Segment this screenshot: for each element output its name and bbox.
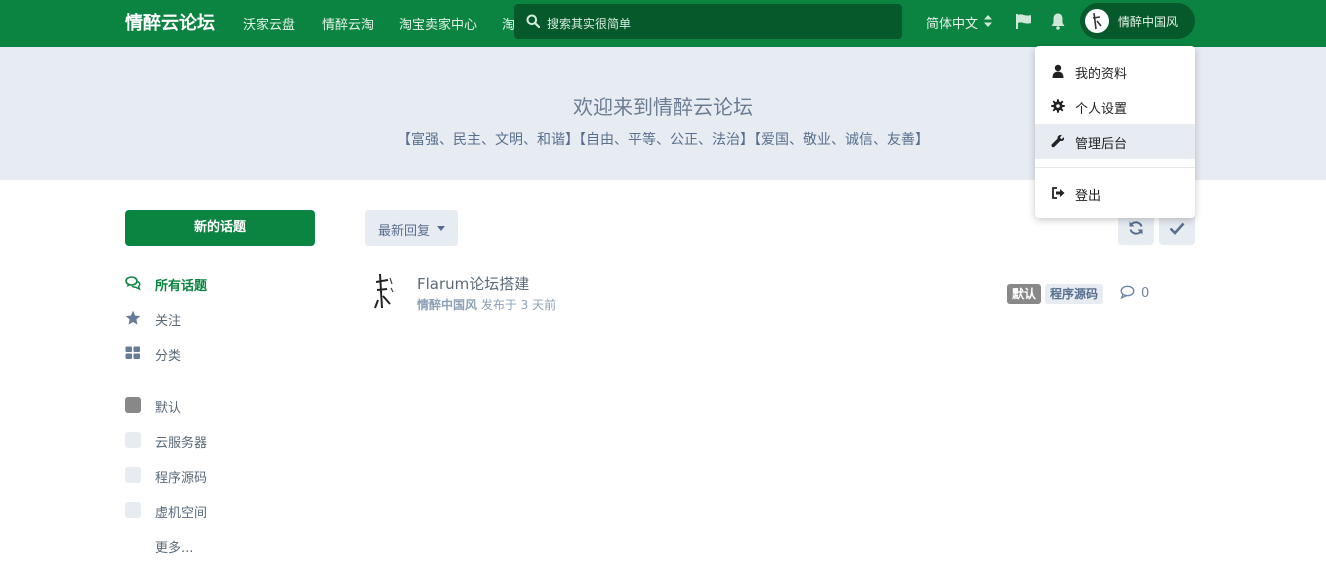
sidebar-item-label: 云服务器: [155, 436, 208, 451]
sidebar-item-label: 程序源码: [155, 471, 208, 486]
sort-label: 最新回复: [378, 224, 431, 239]
menu-item-label: 我的资料: [1075, 67, 1128, 82]
new-topic-button[interactable]: 新的话题: [125, 210, 315, 246]
sort-arrows-icon: [984, 15, 992, 27]
tag-color-swatch: [125, 397, 141, 413]
discussion-title[interactable]: Flarum论坛搭建: [417, 273, 529, 294]
nav-link-seller-center[interactable]: 淘宝卖家中心: [399, 14, 477, 33]
caret-down-icon: [437, 226, 445, 231]
comments-icon: [125, 276, 141, 291]
sidebar-item-label: 虚机空间: [155, 506, 208, 521]
sign-out-icon: [1052, 187, 1065, 199]
refresh-icon: [1129, 221, 1143, 235]
user-icon: [1052, 64, 1064, 78]
tag-color-swatch: [125, 502, 141, 518]
sidebar-item-label: 分类: [155, 349, 182, 364]
app-header: 情醉云论坛 沃家云盘 情醉云淘 淘宝卖家中心 淘 搜索其实很简单 简体中文 情醉…: [0, 0, 1326, 47]
star-icon: [125, 310, 141, 325]
menu-item-settings[interactable]: 个人设置: [1035, 89, 1195, 124]
bell-icon[interactable]: [1049, 12, 1067, 30]
menu-item-logout[interactable]: 登出: [1035, 176, 1195, 211]
menu-item-label: 个人设置: [1075, 102, 1128, 117]
discussion-time: 发布于 3 天前: [477, 298, 557, 312]
reply-count-value: 0: [1141, 286, 1150, 301]
tag-color-swatch: [125, 432, 141, 448]
grid-icon: [125, 346, 140, 359]
user-dropdown-menu: 我的资料 个人设置 管理后台 登出: [1035, 46, 1195, 218]
avatar[interactable]: [366, 270, 402, 312]
menu-item-profile[interactable]: 我的资料: [1035, 54, 1195, 89]
check-icon: [1169, 222, 1185, 235]
search-icon: [526, 14, 540, 28]
language-selector[interactable]: 简体中文: [926, 13, 978, 32]
gear-icon: [1051, 99, 1065, 113]
reply-count: 0: [1120, 285, 1149, 301]
sort-dropdown-button[interactable]: 最新回复: [365, 210, 458, 246]
tag-color-swatch: [125, 467, 141, 483]
discussion-author[interactable]: 情醉中国风: [417, 298, 477, 312]
tag-badge[interactable]: 默认: [1007, 284, 1042, 304]
avatar: [1085, 9, 1109, 33]
search-box[interactable]: 搜索其实很简单: [514, 4, 902, 39]
flag-icon[interactable]: [1015, 13, 1033, 29]
menu-item-label: 管理后台: [1075, 137, 1128, 152]
wrench-icon: [1051, 134, 1065, 148]
nav-link-woyunpan[interactable]: 沃家云盘: [243, 14, 295, 33]
nav-link-qingzuiyuntao[interactable]: 情醉云淘: [322, 14, 374, 33]
sidebar-item-label: 关注: [155, 314, 182, 329]
site-brand[interactable]: 情醉云论坛: [125, 9, 215, 35]
menu-divider: [1035, 167, 1195, 168]
discussion-meta: 情醉中国风 发布于 3 天前: [417, 296, 556, 313]
sidebar-item-label: 所有话题: [155, 279, 208, 294]
menu-item-admin[interactable]: 管理后台: [1035, 124, 1195, 159]
sidebar-item-label: 更多...: [155, 541, 194, 556]
user-menu-button[interactable]: 情醉中国风: [1080, 3, 1195, 39]
username: 情醉中国风: [1118, 15, 1179, 29]
search-placeholder: 搜索其实很简单: [547, 17, 632, 31]
menu-item-label: 登出: [1075, 189, 1102, 204]
tag-badge[interactable]: 程序源码: [1045, 284, 1104, 304]
sidebar-item-label: 默认: [155, 401, 182, 416]
comment-icon: [1120, 285, 1135, 300]
